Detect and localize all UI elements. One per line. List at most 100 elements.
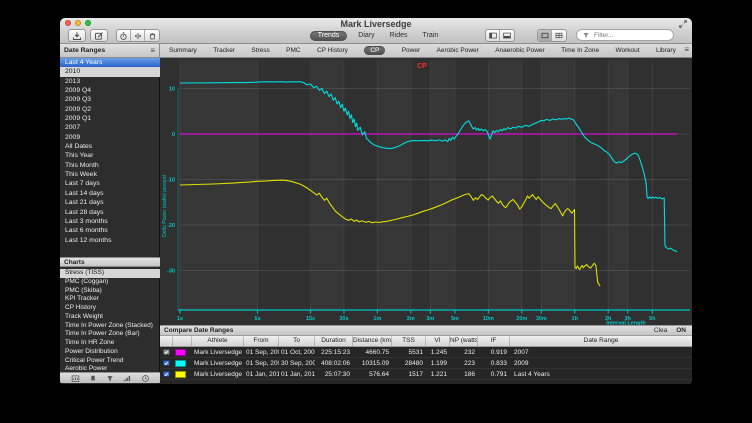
row-checkbox[interactable]: [163, 371, 170, 378]
intervals-icon[interactable]: [123, 374, 132, 383]
range-2009-q3[interactable]: 2009 Q3: [60, 95, 160, 104]
cell-distance: 576.64: [353, 369, 392, 379]
range-last-7-days[interactable]: Last 7 days: [60, 179, 160, 188]
sidebar-toggle-button[interactable]: [486, 30, 500, 41]
range-last-21-days[interactable]: Last 21 days: [60, 198, 160, 207]
bottom-pane-toggle-button[interactable]: [500, 30, 514, 41]
chart-time-in-hr-zone[interactable]: Time In HR Zone: [60, 339, 160, 348]
range-last-4-years[interactable]: Last 4 Years: [60, 58, 160, 67]
main-area: 1s5s15s30s1m2m3m5m10m20m30m1h2h3h5h100-1…: [160, 58, 692, 384]
chart-power-distribution[interactable]: Power Distribution: [60, 348, 160, 357]
svg-text:10m: 10m: [483, 316, 494, 322]
column-header-if: IF: [478, 336, 510, 346]
view-diary[interactable]: Diary: [354, 31, 378, 40]
row-swatch[interactable]: [175, 349, 186, 356]
range-2009[interactable]: 2009: [60, 133, 160, 142]
tab-library[interactable]: Library: [656, 47, 676, 54]
view-train[interactable]: Train: [419, 31, 443, 40]
cell-athlete: Mark Liversedge: [192, 347, 244, 357]
chart-stress-tiss[interactable]: Stress (TISS): [60, 269, 160, 278]
row-swatch[interactable]: [175, 371, 186, 378]
cell-duration: 25:07:30: [315, 369, 353, 379]
cell-range: Last 4 Years: [510, 369, 692, 379]
filter-input[interactable]: [592, 31, 668, 40]
chart-track-weight[interactable]: Track Weight: [60, 313, 160, 322]
edit-button[interactable]: [90, 29, 108, 42]
range-last-28-days[interactable]: Last 28 days: [60, 208, 160, 217]
clock-icon[interactable]: [141, 374, 150, 383]
chart-time-in-power-zone-bar[interactable]: Time In Power Zone (Bar): [60, 330, 160, 339]
table-row[interactable]: Mark Liversedge 01 Jan, 2011 01 Jan, 201…: [160, 369, 692, 380]
chart-tabbar: Summary Tracker Stress PMC CP History CP Power…: [160, 44, 692, 58]
range-last-12-months[interactable]: Last 12 months: [60, 236, 160, 245]
clear-button[interactable]: Clea: [654, 327, 667, 334]
range-2009-q2[interactable]: 2009 Q2: [60, 105, 160, 114]
timer-button[interactable]: [117, 30, 131, 41]
tab-tracker[interactable]: Tracker: [213, 47, 235, 54]
cell-distance: 4660.75: [353, 347, 392, 357]
range-2010[interactable]: 2010: [60, 67, 160, 76]
range-2013[interactable]: 2013: [60, 77, 160, 86]
cell-np: 186: [450, 369, 478, 379]
view-rides[interactable]: Rides: [386, 31, 412, 40]
table-row[interactable]: Mark Liversedge 01 Sep, 2008 30 Sep, 200…: [160, 358, 692, 369]
column-header-blank: [160, 336, 173, 346]
sidebar-menu-icon[interactable]: ≡: [150, 47, 155, 55]
range-this-week[interactable]: This Week: [60, 170, 160, 179]
range-this-year[interactable]: This Year: [60, 151, 160, 160]
compare-title: Compare Date Ranges: [164, 327, 233, 334]
tab-stress[interactable]: Stress: [251, 47, 269, 54]
tab-pmc[interactable]: PMC: [286, 47, 300, 54]
range-last-14-days[interactable]: Last 14 days: [60, 189, 160, 198]
tab-anaerobic-power[interactable]: Anaerobic Power: [495, 47, 545, 54]
chart-time-in-power-zone-stacked[interactable]: Time In Power Zone (Stacked): [60, 322, 160, 331]
tabbar-menu-icon[interactable]: ≡: [684, 46, 689, 54]
filter-funnel-icon[interactable]: [106, 374, 114, 383]
chart-critical-power-trend[interactable]: Critical Power Trend: [60, 357, 160, 366]
cell-duration: 408:02:06: [315, 358, 353, 368]
row-checkbox[interactable]: [163, 349, 170, 356]
range-2007[interactable]: 2007: [60, 123, 160, 132]
row-checkbox[interactable]: [163, 360, 170, 367]
save-button[interactable]: [68, 29, 86, 42]
tab-cp-history[interactable]: CP History: [317, 47, 348, 54]
range-2009-q4[interactable]: 2009 Q4: [60, 86, 160, 95]
pane-toggles: [485, 29, 515, 42]
cell-if: 0.791: [478, 369, 510, 379]
tiled-view-button[interactable]: [552, 30, 566, 41]
range-last-3-months[interactable]: Last 3 months: [60, 217, 160, 226]
svg-text:CP: CP: [417, 63, 427, 70]
tab-workout[interactable]: Workout: [616, 47, 640, 54]
cell-vi: 1.245: [426, 347, 450, 357]
trash-button[interactable]: [145, 30, 159, 41]
view-trends[interactable]: Trends: [310, 31, 348, 41]
splitter-button[interactable]: [131, 30, 145, 41]
svg-text:10: 10: [169, 87, 175, 93]
tab-time-in-zone[interactable]: Time In Zone: [561, 47, 599, 54]
range-this-month[interactable]: This Month: [60, 161, 160, 170]
svg-text:-10: -10: [167, 178, 175, 184]
chart-pmc-coggan[interactable]: PMC (Coggan): [60, 278, 160, 287]
tab-cp[interactable]: CP: [364, 46, 385, 55]
range-all-dates[interactable]: All Dates: [60, 142, 160, 151]
table-row[interactable]: Mark Liversedge 01 Sep, 2006 01 Oct, 200…: [160, 347, 692, 358]
cell-vi: 1.221: [426, 369, 450, 379]
chart-kpi-tracker[interactable]: KPI Tracker: [60, 295, 160, 304]
cell-np: 232: [450, 347, 478, 357]
chart-cp-history[interactable]: CP History: [60, 304, 160, 313]
calendar-chart-icon[interactable]: [71, 374, 80, 383]
charts-header: Charts: [60, 257, 160, 267]
tab-aerobic-power[interactable]: Aerobic Power: [437, 47, 479, 54]
tabbed-view-button[interactable]: [538, 30, 552, 41]
tab-summary[interactable]: Summary: [169, 47, 197, 54]
layout-toggles: [537, 29, 567, 42]
svg-text:2m: 2m: [407, 316, 415, 322]
chart-pmc-skiba[interactable]: PMC (Skiba): [60, 287, 160, 296]
range-last-6-months[interactable]: Last 6 months: [60, 226, 160, 235]
compare-on-toggle[interactable]: ON: [676, 327, 686, 334]
bookmark-icon[interactable]: [89, 374, 97, 383]
range-2009-q1[interactable]: 2009 Q1: [60, 114, 160, 123]
column-header-to: To: [279, 336, 315, 346]
tab-power[interactable]: Power: [402, 47, 420, 54]
row-swatch[interactable]: [175, 360, 186, 367]
